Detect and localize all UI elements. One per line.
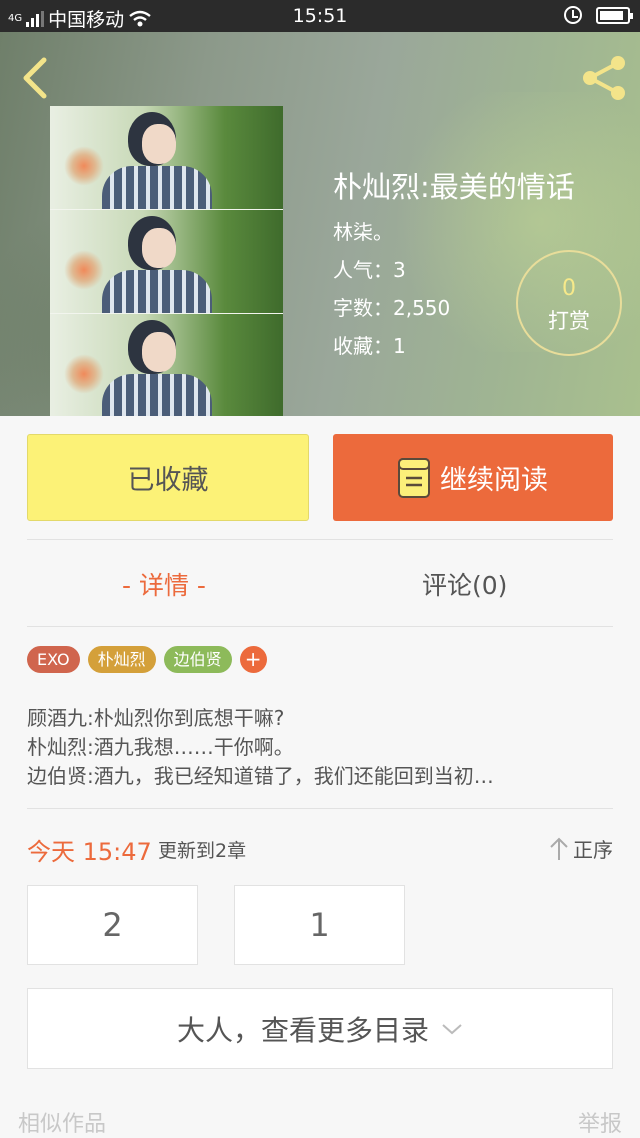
continue-reading-label: 继续阅读 [440, 465, 548, 496]
divider [27, 808, 613, 809]
cover-photo-tile [50, 314, 283, 416]
update-status: 更新到2章 [158, 840, 247, 862]
back-arrow-icon[interactable] [16, 56, 52, 100]
similar-works-heading: 相似作品 [18, 1112, 107, 1137]
collected-button[interactable]: 已收藏 [27, 434, 309, 521]
tag-list: EXO 朴灿烈 边伯贤 + [27, 646, 267, 673]
update-time: 今天 15:47 [27, 838, 152, 866]
more-toc-button[interactable]: 大人，查看更多目录 [27, 988, 613, 1069]
chevron-down-icon [442, 1023, 462, 1034]
book-icon [398, 457, 430, 498]
status-time: 15:51 [292, 5, 348, 27]
continue-reading-button[interactable]: 继续阅读 [333, 434, 613, 521]
update-row: 今天 15:47 更新到2章 正序 [27, 832, 613, 866]
synopsis-line: 顾酒九:朴灿烈你到底想干嘛? [27, 706, 285, 730]
tag-chip[interactable]: 朴灿烈 [87, 646, 156, 673]
alarm-icon [564, 6, 582, 24]
arrow-up-icon [550, 837, 568, 860]
book-cover-image[interactable] [50, 106, 283, 416]
more-toc-label: 大人，查看更多目录 [176, 1013, 429, 1047]
sort-order-button[interactable]: 正序 [549, 834, 613, 863]
reward-button[interactable]: 0 打赏 [516, 250, 622, 356]
tag-chip[interactable]: EXO [27, 646, 80, 673]
divider [27, 539, 613, 540]
cover-photo-tile [50, 106, 283, 209]
share-icon[interactable] [580, 54, 628, 102]
synopsis-line: 边伯贤:酒九，我已经知道错了，我们还能回到当初… [27, 764, 494, 788]
sort-order-label: 正序 [573, 838, 613, 862]
book-header: 朴灿烈:最美的情话 林柒。 人气：3 字数：2,550 收藏：1 0 打赏 [0, 32, 640, 416]
battery-icon [596, 6, 633, 24]
book-popularity: 人气：3 [333, 258, 406, 282]
chapter-button[interactable]: 1 [234, 885, 405, 965]
reward-label: 打赏 [548, 309, 590, 333]
book-title: 朴灿烈:最美的情话 [333, 170, 575, 204]
cover-photo-tile [50, 210, 283, 313]
report-link[interactable]: 举报 [578, 1106, 622, 1138]
tab-detail[interactable]: - 详情 - [122, 566, 206, 602]
tag-chip[interactable]: 边伯贤 [163, 646, 232, 673]
book-author[interactable]: 林柒。 [333, 216, 393, 245]
status-bar: 4G 中国移动 15:51 [0, 0, 640, 32]
divider [27, 626, 613, 627]
chapter-button[interactable]: 2 [27, 885, 198, 965]
tab-comments[interactable]: 评论(0) [422, 566, 507, 602]
collected-label: 已收藏 [127, 465, 209, 496]
synopsis-line: 朴灿烈:酒九我想……干你啊。 [27, 735, 294, 759]
status-right [564, 6, 633, 24]
book-favorites: 收藏：1 [333, 334, 406, 358]
battery-fill [600, 10, 624, 20]
book-synopsis[interactable]: 顾酒九:朴灿烈你到底想干嘛? 朴灿烈:酒九我想……干你啊。边伯贤:酒九，我已经知道… [27, 704, 494, 791]
book-word-count: 字数：2,550 [333, 296, 451, 320]
add-tag-button[interactable]: + [239, 646, 267, 673]
reward-count: 0 [562, 276, 576, 301]
